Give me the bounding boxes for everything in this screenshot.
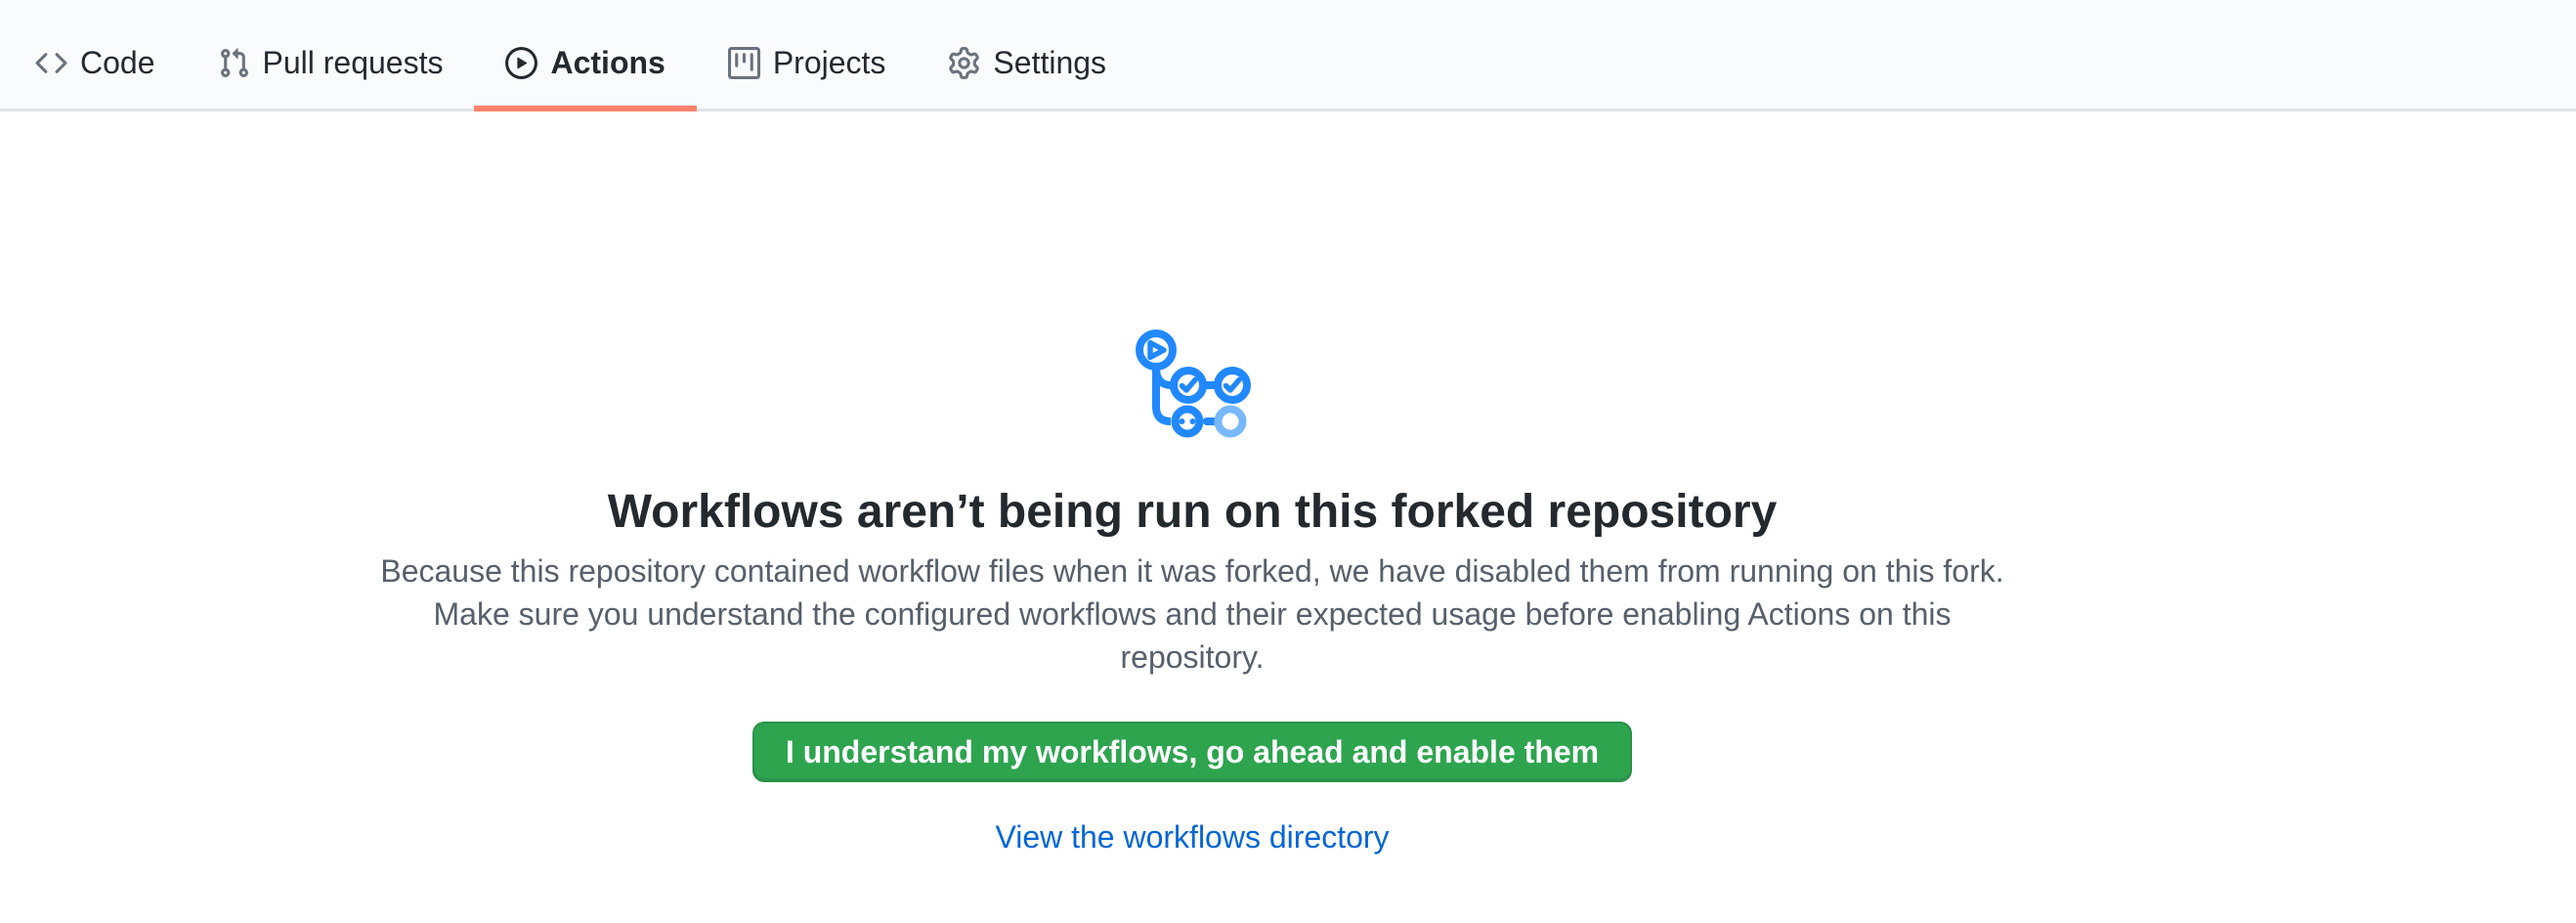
workflow-graph-icon xyxy=(1131,319,1254,438)
git-pull-request-icon xyxy=(218,47,250,79)
tab-code[interactable]: Code xyxy=(4,14,187,111)
enable-workflows-button[interactable]: I understand my workflows, go ahead and … xyxy=(752,722,1632,782)
play-icon xyxy=(505,47,537,79)
blankslate-description: Because this repository contained workfl… xyxy=(362,549,2023,679)
actions-disabled-blankslate: Workflows aren’t being run on this forke… xyxy=(0,111,2384,858)
workflows-directory-link[interactable]: View the workflows directory xyxy=(995,815,1389,858)
code-icon xyxy=(35,47,67,79)
tab-code-label: Code xyxy=(80,47,155,78)
gear-icon xyxy=(948,47,980,79)
tab-settings-label: Settings xyxy=(993,47,1106,78)
tab-pull-requests-label: Pull requests xyxy=(263,47,444,78)
repo-tab-nav: Code Pull requests Actions Projects Sett… xyxy=(0,0,2576,111)
tab-settings[interactable]: Settings xyxy=(917,14,1138,111)
tab-projects[interactable]: Projects xyxy=(697,14,918,111)
tab-actions-label: Actions xyxy=(550,47,665,78)
project-icon xyxy=(728,47,760,79)
blankslate-heading: Workflows aren’t being run on this forke… xyxy=(608,485,1778,540)
tab-actions[interactable]: Actions xyxy=(474,14,696,111)
tab-projects-label: Projects xyxy=(773,47,886,78)
tab-pull-requests[interactable]: Pull requests xyxy=(187,14,475,111)
